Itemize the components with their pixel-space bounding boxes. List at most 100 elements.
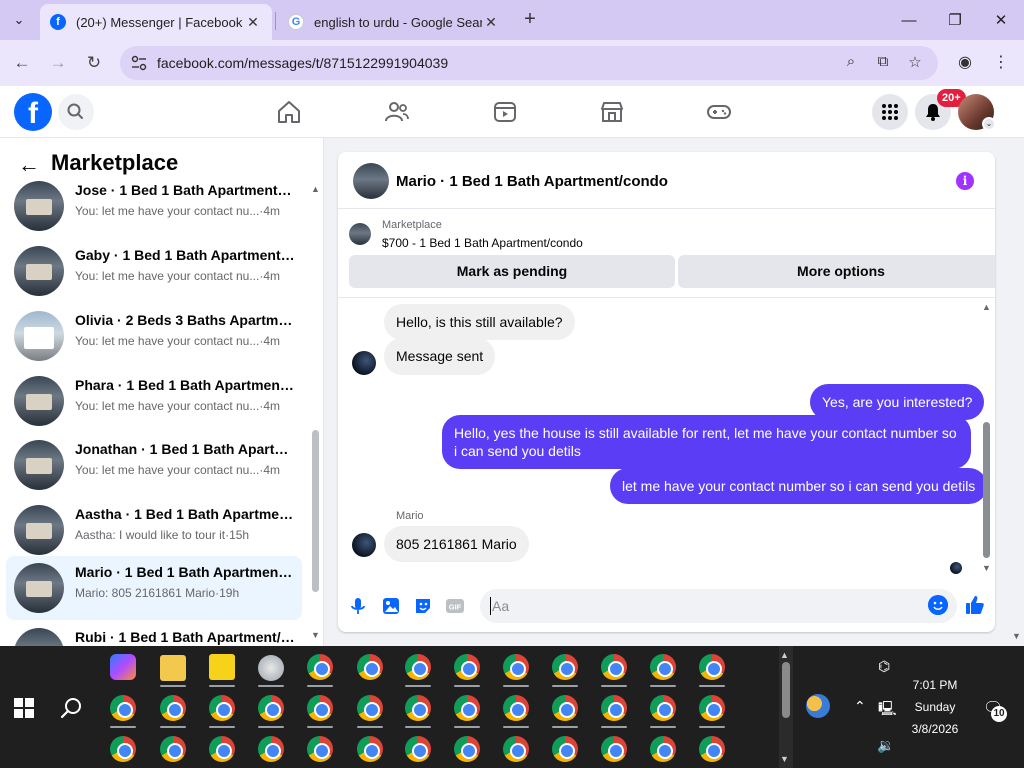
chrome-icon[interactable] [601, 695, 627, 721]
chrome-icon[interactable] [160, 736, 186, 762]
more-options-button[interactable]: More options [678, 255, 995, 288]
chrome-icon[interactable] [699, 695, 725, 721]
chrome-icon[interactable] [357, 654, 383, 680]
minimize-button[interactable]: — [886, 0, 932, 40]
tab-close-icon[interactable]: ✕ [244, 14, 262, 31]
chrome-icon[interactable] [650, 695, 676, 721]
chrome-icon[interactable] [110, 695, 136, 721]
message-bubble-incoming[interactable]: 805 2161861 Mario [384, 526, 529, 562]
chrome-icon[interactable] [699, 736, 725, 762]
chrome-icon[interactable] [454, 654, 480, 680]
tab-close-icon[interactable]: ✕ [482, 14, 500, 31]
message-bubble-outgoing[interactable]: let me have your contact number so i can… [610, 468, 988, 504]
address-bar[interactable]: facebook.com/messages/t/8715122991904039… [120, 46, 938, 80]
messages-scrollbar[interactable] [983, 422, 990, 558]
chrome-icon[interactable] [357, 695, 383, 721]
chrome-icon[interactable] [699, 654, 725, 680]
marketplace-icon[interactable] [598, 98, 626, 126]
browser-menu-icon[interactable]: ⋮ [990, 52, 1012, 74]
taskbar-scroll-thumb[interactable] [782, 662, 790, 718]
menu-grid-button[interactable] [872, 94, 908, 130]
gaming-icon[interactable] [705, 98, 733, 126]
show-hidden-icons-chevron-icon[interactable]: ⌃ [854, 698, 866, 715]
chrome-icon[interactable] [258, 736, 284, 762]
chat-title[interactable]: Mario · 1 Bed 1 Bath Apartment/condo [396, 173, 668, 190]
scroll-up-arrow-icon[interactable]: ▲ [311, 184, 320, 194]
reload-icon[interactable]: ↻ [82, 51, 106, 75]
chrome-icon[interactable] [552, 736, 578, 762]
back-arrow-icon[interactable]: ← [10, 51, 34, 75]
account-chevron-icon[interactable]: ⌄ [982, 117, 996, 131]
windows-start-icon[interactable] [14, 698, 34, 718]
chrome-icon[interactable] [307, 695, 333, 721]
sender-avatar[interactable] [352, 351, 376, 375]
chrome-icon[interactable] [405, 736, 431, 762]
chrome-icon[interactable] [454, 736, 480, 762]
emoji-icon[interactable] [928, 595, 948, 615]
chrome-icon[interactable] [405, 654, 431, 680]
microphone-icon[interactable] [348, 596, 368, 616]
listing-title[interactable]: $700 - 1 Bed 1 Bath Apartment/condo [382, 236, 583, 250]
chrome-icon[interactable] [454, 695, 480, 721]
scroll-up-arrow-icon[interactable]: ▲ [780, 650, 789, 660]
copilot-icon[interactable] [110, 654, 136, 680]
chrome-icon[interactable] [110, 736, 136, 762]
listing-thumbnail[interactable] [349, 223, 371, 245]
chrome-icon[interactable] [601, 654, 627, 680]
facebook-logo-icon[interactable]: f [14, 93, 52, 131]
weather-icon[interactable] [806, 694, 830, 718]
message-bubble-incoming[interactable]: Message sent [384, 338, 496, 375]
chrome-icon[interactable] [357, 736, 383, 762]
clock-time[interactable]: 7:01 PM [880, 678, 990, 692]
forward-arrow-icon[interactable]: → [46, 51, 70, 75]
clock-day[interactable]: Sunday [880, 700, 990, 714]
site-settings-icon[interactable] [130, 54, 148, 72]
conversation-item[interactable]: Jonathan · 1 Bed 1 Bath Apartment You: l… [6, 433, 302, 497]
chrome-icon[interactable] [307, 654, 333, 680]
conversation-item-selected[interactable]: Mario · 1 Bed 1 Bath Apartment/condo Mar… [6, 556, 302, 620]
tab-search-chevron-icon[interactable]: ⌄ [6, 8, 32, 32]
sticky-notes-icon[interactable] [209, 654, 235, 680]
chrome-icon[interactable] [552, 695, 578, 721]
close-window-button[interactable]: ✕ [978, 0, 1024, 40]
scroll-up-arrow-icon[interactable]: ▲ [982, 302, 991, 312]
scroll-down-arrow-icon[interactable]: ▼ [311, 630, 320, 640]
message-input[interactable] [490, 597, 920, 615]
bookmark-star-icon[interactable]: ☆ [904, 53, 926, 73]
chrome-icon[interactable] [405, 695, 431, 721]
install-app-icon[interactable]: ⧉ [872, 53, 894, 73]
message-bubble-outgoing[interactable]: Hello, yes the house is still available … [442, 415, 971, 469]
chrome-icon[interactable] [650, 736, 676, 762]
conversation-item[interactable]: Phara · 1 Bed 1 Bath Apartment/condo You… [6, 369, 302, 433]
pen-menu-icon[interactable]: ⌬ [878, 658, 890, 675]
photo-icon[interactable] [381, 596, 401, 616]
chrome-icon[interactable] [601, 736, 627, 762]
gif-icon[interactable]: GIF [445, 596, 465, 616]
friends-icon[interactable] [383, 98, 411, 126]
facebook-search-button[interactable] [58, 94, 94, 130]
scroll-down-arrow-icon[interactable]: ▼ [982, 563, 991, 573]
chrome-icon[interactable] [503, 736, 529, 762]
chat-listing-avatar[interactable] [353, 163, 389, 199]
scroll-down-arrow-icon[interactable]: ▼ [780, 754, 789, 764]
conversation-item[interactable]: Rubi · 1 Bed 1 Bath Apartment/condo [6, 621, 302, 646]
profile-icon[interactable]: ◉ [954, 52, 976, 74]
search-icon[interactable] [60, 696, 84, 720]
chrome-icon[interactable] [307, 736, 333, 762]
conversation-item[interactable]: Gaby · 1 Bed 1 Bath Apartment/condo You:… [6, 239, 302, 303]
watch-icon[interactable] [491, 98, 519, 126]
zoom-icon[interactable]: ⌕ [840, 53, 862, 73]
mark-as-pending-button[interactable]: Mark as pending [349, 255, 675, 288]
chrome-icon[interactable] [209, 736, 235, 762]
message-composer[interactable] [480, 589, 957, 623]
new-tab-button[interactable]: + [518, 8, 542, 32]
conversation-item[interactable]: Jose · 1 Bed 1 Bath Apartment/condo You:… [6, 174, 302, 238]
tab-messenger[interactable]: f (20+) Messenger | Facebook ✕ [40, 4, 272, 40]
home-icon[interactable] [275, 98, 303, 126]
page-scroll-down-arrow-icon[interactable]: ▼ [1012, 631, 1021, 641]
chrome-icon[interactable] [503, 654, 529, 680]
file-explorer-icon[interactable] [160, 655, 186, 681]
conversation-item[interactable]: Aastha · 1 Bed 1 Bath Apartment/condo Aa… [6, 498, 302, 562]
maximize-button[interactable]: ❐ [932, 0, 978, 40]
tab-google-search[interactable]: G english to urdu - Google Search ✕ [278, 4, 510, 40]
